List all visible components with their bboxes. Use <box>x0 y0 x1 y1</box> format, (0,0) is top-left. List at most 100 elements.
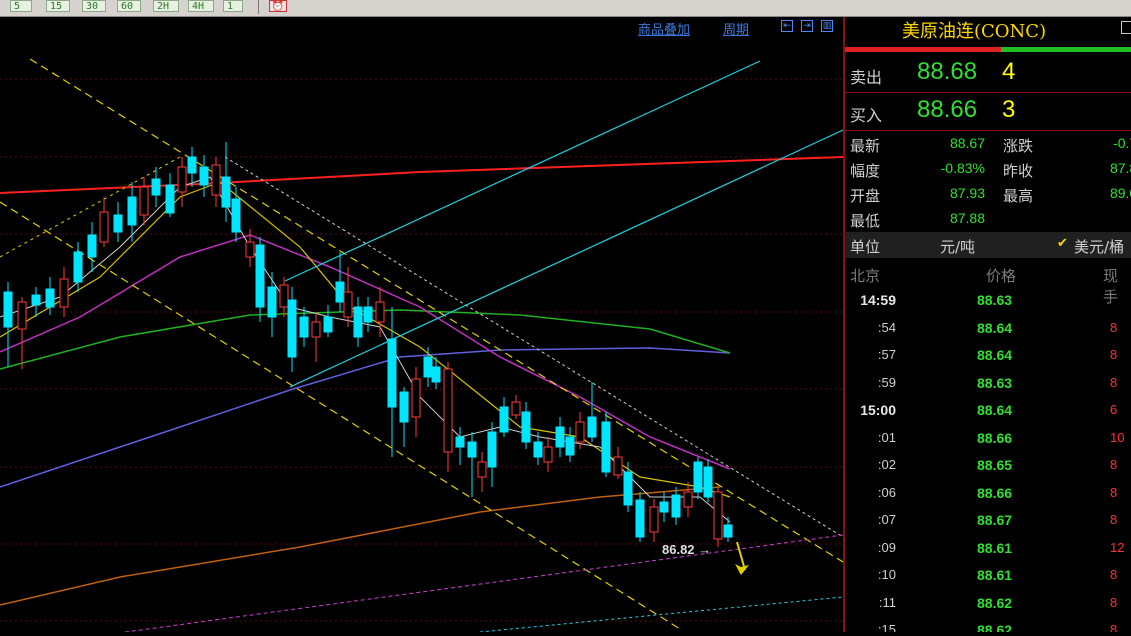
kline-chart[interactable]: 86.82 → 商品叠加 周期 ⇤ ⇥ ▥ <box>0 17 844 636</box>
header-city: 北京 <box>850 267 881 285</box>
candle-body <box>59 278 69 308</box>
buy-strength-bar <box>1001 47 1131 52</box>
instrument-title: 美原油连(CONC) <box>902 21 1047 42</box>
support-line-magenta <box>92 534 844 636</box>
candle-body <box>335 281 345 303</box>
tick-volume: 8 <box>1110 319 1118 335</box>
tick-time: 14:59 <box>860 292 896 308</box>
tick-row[interactable]: :15 88.62 8 <box>845 622 1131 632</box>
shrink-left-icon[interactable]: ⇤ <box>781 20 793 32</box>
tick-row[interactable]: :54 88.64 8 <box>845 320 1131 347</box>
tick-time: :02 <box>877 457 896 472</box>
tick-time: :15 <box>877 622 896 632</box>
window-icon[interactable] <box>1121 21 1131 34</box>
candle-body <box>177 166 187 193</box>
channel-line-yellow <box>29 58 844 563</box>
tick-volume: 8 <box>1110 622 1118 632</box>
candle-body <box>635 499 645 538</box>
buy-label: 买入 <box>850 106 883 125</box>
candle-body <box>659 501 669 513</box>
unit-option-cny[interactable]: 元/吨 <box>940 236 975 257</box>
candle-body <box>477 461 487 478</box>
panel-layout-icon[interactable]: ▥ <box>821 20 833 32</box>
candle-body <box>139 186 149 216</box>
tick-row[interactable]: :06 88.66 8 <box>845 485 1131 512</box>
candle-body <box>587 416 597 438</box>
stat-label: 最低 <box>850 212 881 230</box>
candle-body <box>693 461 703 493</box>
candle-body <box>543 446 553 463</box>
period-button-60[interactable]: 60 <box>117 0 141 12</box>
period-button-5[interactable]: 5 <box>10 0 32 12</box>
period-button-1[interactable]: 1 <box>223 0 243 12</box>
tick-row[interactable]: :07 88.67 8 <box>845 512 1131 539</box>
tick-price: 88.63 <box>977 374 1013 391</box>
tick-price: 88.64 <box>977 319 1013 336</box>
kline-chart-canvas[interactable]: 86.82 → <box>0 17 844 636</box>
candle-body <box>165 184 175 214</box>
tick-row[interactable]: :01 88.66 10 <box>845 430 1131 457</box>
trend-line-red <box>0 156 844 194</box>
tick-row[interactable]: :10 88.61 8 <box>845 567 1131 594</box>
shrink-right-icon[interactable]: ⇥ <box>801 20 813 32</box>
checkmark-icon: ✔ <box>1057 236 1068 251</box>
candle-body <box>623 471 633 506</box>
candle-body <box>31 294 41 306</box>
tick-volume: 8 <box>1110 457 1118 472</box>
channel-line-cyan <box>284 60 761 282</box>
resistance-line-white <box>224 156 844 538</box>
candle-body <box>255 244 265 308</box>
overlay-menu-link[interactable]: 商品叠加 <box>638 19 690 38</box>
period-button-30[interactable]: 30 <box>82 0 106 12</box>
tick-row[interactable]: 14:59 88.63 <box>845 292 1131 319</box>
tick-time: :09 <box>877 539 896 555</box>
ma-line-orange <box>0 486 721 606</box>
unit-option-usd[interactable]: 美元/桶 <box>1074 236 1124 257</box>
toolbar-separator <box>258 0 259 14</box>
tick-price: 88.62 <box>977 622 1013 632</box>
candle-body <box>499 406 509 433</box>
tick-volume: 8 <box>1110 567 1118 582</box>
candle-body <box>17 301 27 330</box>
candle-body <box>311 321 321 338</box>
period-button-15[interactable]: 15 <box>46 0 70 12</box>
stat-value: -0.74 <box>1113 135 1131 151</box>
tick-row[interactable]: :09 88.61 12 <box>845 540 1131 567</box>
sell-price: 88.68 <box>917 58 978 85</box>
tick-price: 88.66 <box>977 429 1013 446</box>
tick-volume: 8 <box>1110 374 1118 390</box>
tick-time: :01 <box>877 429 896 445</box>
stat-value: 88.67 <box>949 135 985 151</box>
candle-body <box>467 441 477 458</box>
tick-volume: 10 <box>1110 429 1125 445</box>
tick-time: 15:00 <box>860 402 896 418</box>
candle-body <box>511 401 521 416</box>
tick-row[interactable]: :02 88.65 8 <box>845 457 1131 484</box>
candle-body <box>555 426 565 448</box>
candle-body <box>671 494 681 518</box>
alarm-icon[interactable]: ⏰ <box>269 0 287 12</box>
sell-label: 卖出 <box>850 68 883 87</box>
tick-price: 88.64 <box>977 347 1013 363</box>
tick-row[interactable]: :57 88.64 8 <box>845 347 1131 374</box>
tick-row[interactable]: 15:00 88.64 6 <box>845 402 1131 429</box>
period-menu-link[interactable]: 周期 <box>723 19 749 38</box>
tick-price: 88.64 <box>977 402 1013 418</box>
tick-time: :07 <box>877 512 896 527</box>
candle-body <box>45 288 55 308</box>
buy-volume: 3 <box>1002 96 1016 123</box>
candle-body <box>323 316 333 333</box>
candle-body <box>287 299 297 358</box>
candle-body <box>533 441 543 458</box>
candle-body <box>363 306 373 323</box>
tick-row[interactable]: :11 88.62 8 <box>845 595 1131 622</box>
candle-body <box>411 378 421 418</box>
candle-body <box>375 301 385 323</box>
divider-line <box>845 92 1131 93</box>
candle-body <box>723 524 733 538</box>
candle-body <box>199 166 209 186</box>
period-button-2h[interactable]: 2H <box>153 0 179 12</box>
candle-body <box>151 178 161 196</box>
period-button-4h[interactable]: 4H <box>188 0 214 12</box>
tick-row[interactable]: :59 88.63 8 <box>845 375 1131 402</box>
